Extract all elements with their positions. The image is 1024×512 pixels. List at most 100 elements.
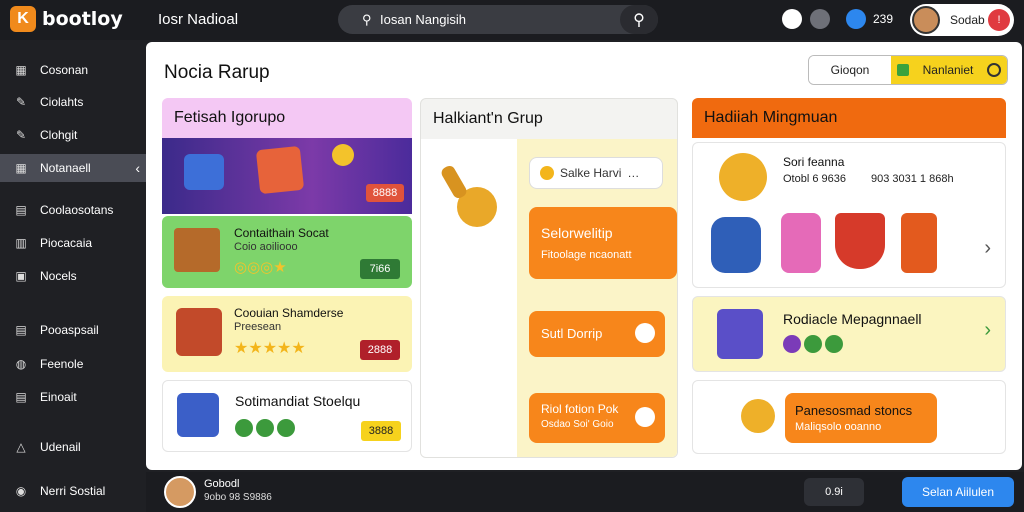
coin-icon [540, 166, 554, 180]
card-price[interactable]: 3888 [361, 421, 401, 441]
badge-row [783, 335, 846, 358]
search-bar[interactable]: ⚲ Iosan Nangisih ⚲ [338, 5, 658, 34]
sidebar-item-label: Nerri Sostial [40, 484, 106, 498]
toggle-option-b[interactable]: Nanlaniet [891, 56, 1007, 84]
chevron-right-icon[interactable]: › [984, 319, 991, 342]
card-price[interactable]: 2888 [360, 340, 400, 360]
sidebar-item-label: Einoait [40, 390, 77, 404]
view-toggle[interactable]: Gioqon Nanlaniet [808, 55, 1008, 85]
badge-icon [277, 419, 295, 437]
notification-icon[interactable] [810, 9, 830, 29]
reward-meta-a: Otobl 6 9636 [783, 173, 846, 185]
sidebar-item-label: Nocels [40, 269, 77, 283]
reward-card[interactable]: Sori feanna Otobl 6 9636 903 3031 1 868h… [692, 142, 1006, 288]
sidebar-item-label: Cosonan [40, 63, 89, 77]
user-name: Sodab [950, 13, 985, 27]
message-icon[interactable] [846, 9, 866, 29]
banner-price: 8888 [366, 184, 404, 202]
alert-badge[interactable]: ! [988, 9, 1010, 31]
sidebar-item-label: Piocacaia [40, 236, 93, 250]
card-title: Contaithain Socat [234, 226, 329, 240]
sidebar-item-pooaspsail[interactable]: ▤ Pooaspsail [0, 316, 146, 344]
reward-action-button[interactable]: Panesosmad stoncs Maliqsolo ooanno [785, 393, 937, 443]
button-title: Riol fotion Pok [541, 402, 619, 416]
folder-icon: ▤ [15, 323, 27, 337]
box-icon: ▣ [15, 269, 27, 283]
column-title: Halkiant'n Grup [433, 110, 543, 127]
clock-icon [986, 63, 1001, 77]
promo-banner[interactable]: 8888 [162, 138, 412, 214]
sidebar: ▦ Cosonan ✎ Ciolahts ✎ Clohgit ▦ Notanaell ‹ … [0, 40, 146, 472]
rewards-column: Hadiiah Mingmuan Sori feanna Otobl 6 963… [692, 98, 1006, 458]
group-search-label: Salke Harvi [560, 166, 622, 180]
chat-icon: ◍ [15, 357, 27, 371]
top-bar: K bootloy Iosr Nadioal ⚲ Iosan Nangisih … [0, 0, 1024, 40]
sidebar-item-ciolahts[interactable]: ✎ Ciolahts [0, 88, 146, 116]
search-input[interactable]: Iosan Nangisih [380, 12, 466, 27]
reward-meta-b: 903 3031 1 868h [871, 173, 954, 185]
sidebar-item-nerri-sostial[interactable]: ◉ Nerri Sostial [0, 476, 146, 506]
coin-rating: ◎◎◎★ [234, 259, 287, 276]
group-card[interactable]: Contaithain Socat Coio aoiliooo ◎◎◎★ 7i6… [162, 216, 412, 288]
reward-card[interactable]: Panesosmad stoncs Maliqsolo ooanno [692, 380, 1006, 454]
sidebar-item-label: Pooaspsail [40, 323, 99, 337]
card-price[interactable]: 7i66 [360, 259, 400, 279]
column-title: Hadiiah Mingmuan [692, 98, 1006, 138]
sidebar-item-notanaell[interactable]: ▦ Notanaell ‹ [0, 154, 146, 182]
more-icon [635, 407, 655, 427]
sidebar-item-udenail[interactable]: △ Udenail [0, 433, 146, 461]
reward-name: Sori feanna [783, 155, 845, 169]
badge-icon [256, 419, 274, 437]
machine-icon [717, 309, 763, 359]
machine-icon [177, 393, 219, 437]
group-card[interactable]: Sotimandiat Stoelqu 3888 [162, 380, 412, 452]
group-option-button[interactable]: Riol fotion Pok Osdao Soi' Goio [529, 393, 665, 443]
group-search[interactable]: Salke Harvi … [529, 157, 663, 189]
coin-key-icon [439, 163, 499, 233]
logo-text: bootloy [42, 8, 123, 30]
search-button[interactable]: ⚲ [620, 5, 658, 34]
torch-icon [901, 213, 937, 273]
group-card[interactable]: Coouian Shamderse Preesean ★★★★★ 2888 [162, 296, 412, 372]
coin-icon [332, 144, 354, 166]
badge-icon [825, 335, 843, 353]
user-menu[interactable]: Sodab ! [910, 4, 1014, 36]
badge-icon [235, 419, 253, 437]
shield-icon [835, 213, 885, 269]
avatar[interactable] [164, 476, 196, 508]
more-icon[interactable]: … [627, 166, 639, 180]
card-subtitle: Preesean [234, 321, 282, 333]
toggle-option-a[interactable]: Gioqon [809, 56, 891, 84]
pencil-icon: ✎ [15, 95, 27, 109]
smiley-icon[interactable] [782, 9, 802, 29]
sidebar-item-clohgit[interactable]: ✎ Clohgit [0, 121, 146, 149]
badge-icon [783, 335, 801, 353]
backpack-icon [711, 217, 761, 273]
primary-action-button[interactable]: Selan Aiilulen [902, 477, 1014, 507]
bottom-user-sub: 9obo 98 S9886 [204, 492, 272, 503]
toggle-option-b-label: Nanlaniet [922, 63, 974, 77]
sidebar-item-nocels[interactable]: ▣ Nocels [0, 262, 146, 290]
main-panel: Nocia Rarup Gioqon Nanlaniet Fetisah Igo… [146, 42, 1022, 470]
coin-icon [719, 153, 767, 201]
sidebar-item-coolaosotans[interactable]: ▤ Coolaosotans [0, 196, 146, 224]
group-column-1: Fetisah Igorupo 8888 Contaithain Socat C… [162, 98, 412, 458]
button-subtitle: Fitoolage ncaonatt [541, 249, 632, 261]
button-subtitle: Maliqsolo ooanno [795, 421, 882, 433]
star-rating: ★★★★★ [234, 340, 306, 357]
page-title: Nocia Rarup [164, 62, 270, 83]
join-group-button[interactable]: Sutl Dorrip [529, 311, 665, 357]
chevron-right-icon[interactable]: › [984, 237, 991, 260]
sidebar-item-einoait[interactable]: ▤ Einoait [0, 383, 146, 411]
reward-card[interactable]: Rodiacle Mepagnnaell › [692, 296, 1006, 372]
create-group-button[interactable]: Selorwelitip Fitoolage ncaonatt [529, 207, 677, 279]
grid-icon: ▦ [15, 161, 27, 175]
grid-icon: ▦ [15, 63, 27, 77]
button-title: Selorwelitip [541, 225, 613, 241]
sidebar-item-label: Notanaell [40, 161, 91, 175]
sidebar-item-piocacaia[interactable]: ▥ Piocacaia [0, 229, 146, 257]
app-logo[interactable]: K bootloy [10, 6, 123, 32]
sidebar-item-feenole[interactable]: ◍ Feenole [0, 350, 146, 378]
bottom-bar: Gobodl 9obo 98 S9886 0.9i Selan Aiilulen [146, 472, 1024, 512]
sidebar-item-cosonan[interactable]: ▦ Cosonan [0, 56, 146, 84]
